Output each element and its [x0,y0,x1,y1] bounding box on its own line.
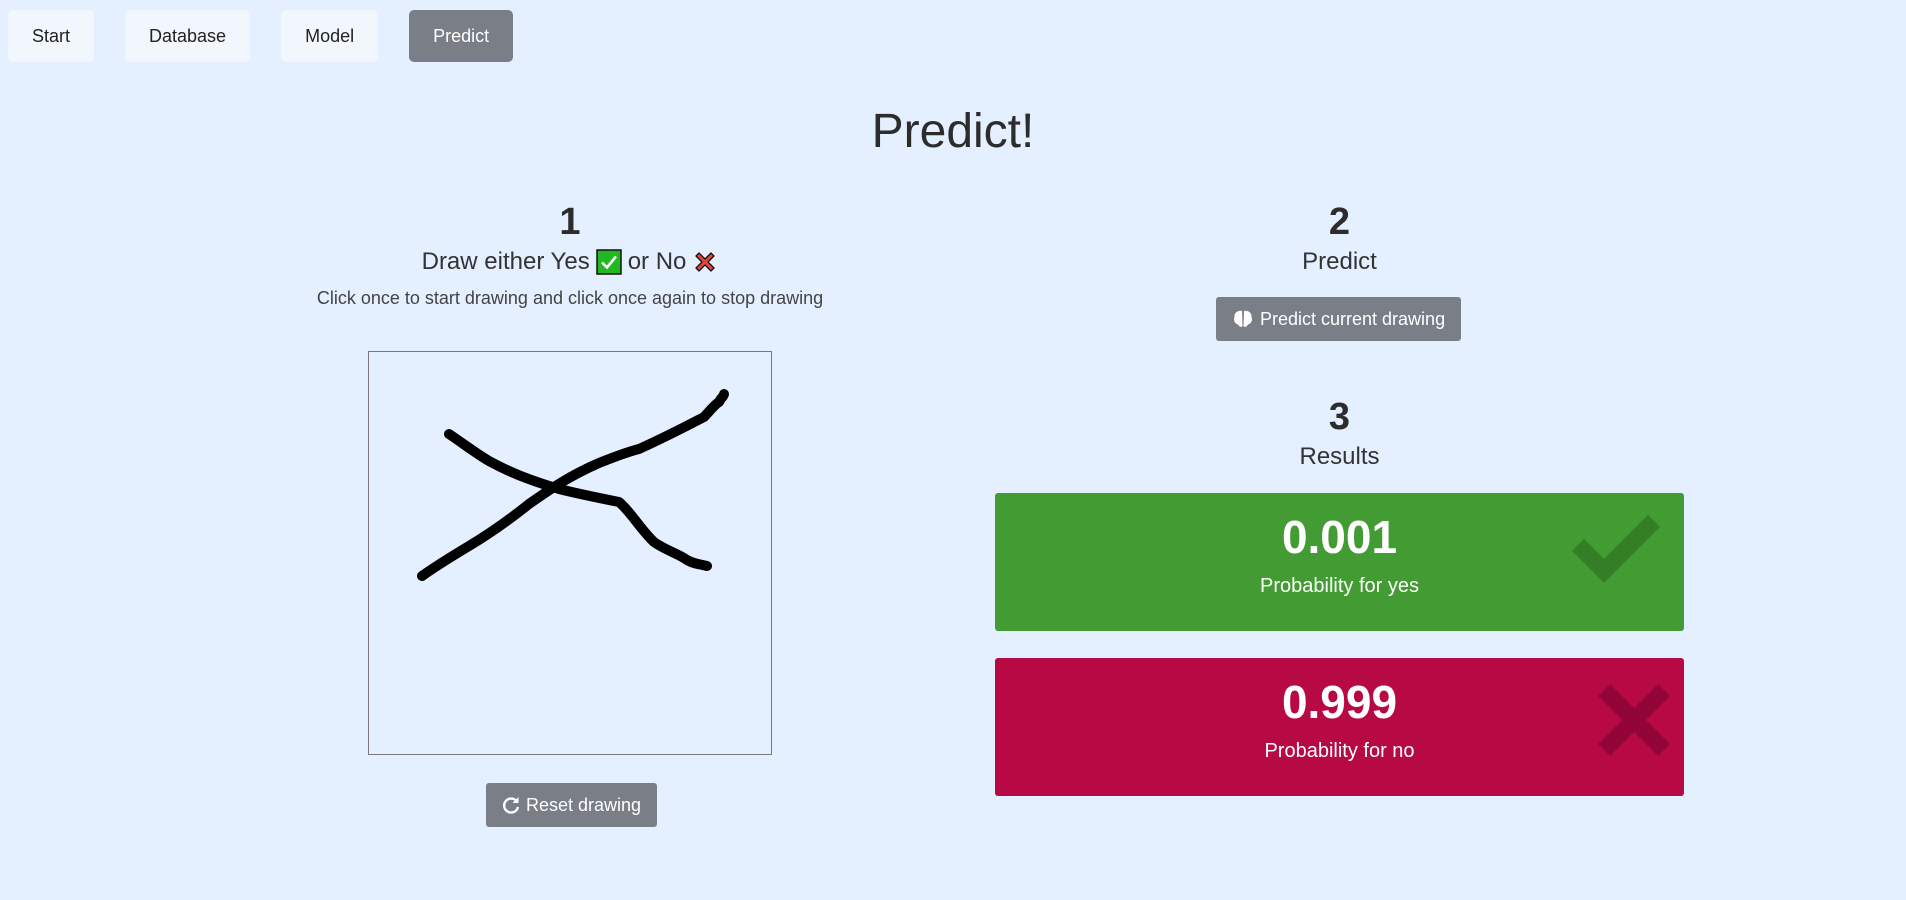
top-nav: Start Database Model Predict [8,10,514,62]
step1-instruction: Click once to start drawing and click on… [316,288,824,308]
result-yes-card: 0.001 Probability for yes [995,493,1684,631]
tab-model[interactable]: Model [281,10,379,62]
step2-heading: Predict [1302,248,1377,275]
cross-icon [1598,684,1670,761]
predict-button-label: Predict current drawing [1260,308,1446,329]
no-probability-label: Probability for no [1264,740,1415,762]
step1-section: 1 Draw either Yes or No Click once to st… [270,200,870,309]
step3-number: 3 [1328,396,1351,438]
drawing-canvas[interactable] [368,351,772,755]
reset-drawing-button[interactable]: Reset drawing [486,783,658,827]
tab-start[interactable]: Start [8,10,95,62]
step1-heading-yes-text: Draw either Yes [421,248,590,275]
predict-button[interactable]: Predict current drawing [1216,297,1462,341]
check-icon [595,249,622,275]
step3-heading: Results [1299,443,1380,470]
step1-heading: Draw either Yes or No [270,248,870,276]
step1-heading-no-text: or No [627,248,687,275]
step2-number: 2 [1328,201,1351,243]
step2-section: 2 Predict [995,200,1684,276]
check-icon [1566,513,1666,598]
page-title: Predict! [871,105,1035,158]
result-no-card: 0.999 Probability for no [995,658,1684,796]
reset-drawing-label: Reset drawing [526,794,642,815]
tab-predict[interactable]: Predict [409,10,514,62]
tab-database[interactable]: Database [125,10,251,62]
step1-number: 1 [559,201,581,243]
refresh-icon [502,797,520,814]
brain-icon [1233,310,1253,327]
cross-icon [695,252,716,272]
step3-section: 3 Results [995,395,1684,471]
no-probability-value: 0.999 [1281,676,1398,728]
drawing-strokes [417,389,729,581]
